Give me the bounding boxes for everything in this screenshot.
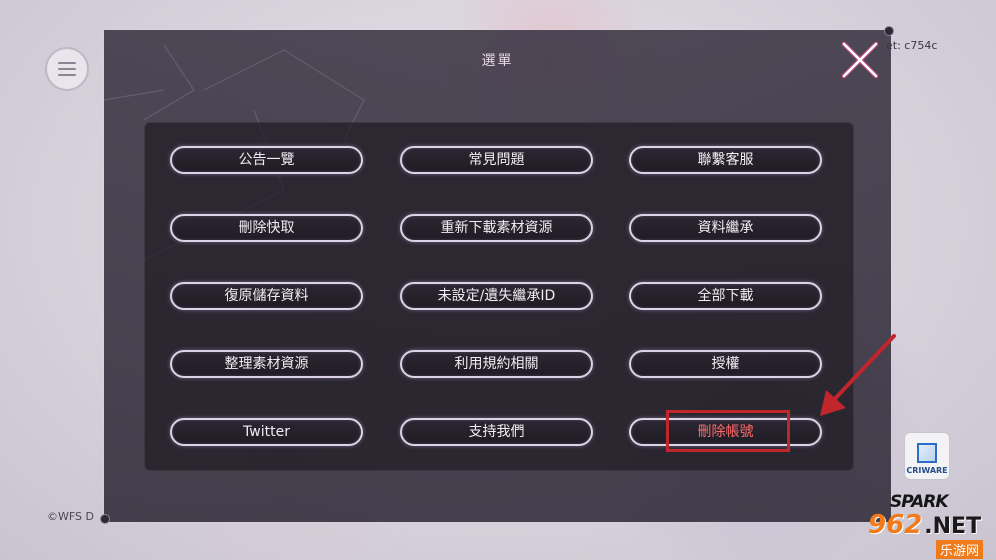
clear-cache-button[interactable]: 刪除快取 bbox=[170, 214, 363, 242]
hamburger-icon bbox=[58, 62, 76, 64]
lost-transfer-id-button[interactable]: 未設定/遺失繼承ID bbox=[400, 282, 593, 310]
close-icon[interactable] bbox=[838, 38, 882, 82]
criware-label: CRIWARE bbox=[906, 466, 948, 475]
data-transfer-button[interactable]: 資料繼承 bbox=[629, 214, 822, 242]
copyright-text: ©WFS D bbox=[47, 510, 94, 523]
announcements-button[interactable]: 公告一覽 bbox=[170, 146, 363, 174]
watermark-logo: 962 .NET bbox=[868, 510, 981, 540]
corner-dot bbox=[884, 26, 894, 36]
player-id-text: et: c754c bbox=[886, 39, 938, 52]
criware-logo: CRIWARE bbox=[904, 432, 950, 480]
contact-support-button[interactable]: 聯繫客服 bbox=[629, 146, 822, 174]
organize-assets-button[interactable]: 整理素材資源 bbox=[170, 350, 363, 378]
hamburger-menu-button[interactable] bbox=[45, 47, 89, 91]
watermark-number: 962 bbox=[868, 510, 923, 540]
license-button[interactable]: 授權 bbox=[629, 350, 822, 378]
spark-logo: SPARK bbox=[890, 492, 949, 512]
criware-cube-icon bbox=[917, 443, 937, 463]
download-all-button[interactable]: 全部下載 bbox=[629, 282, 822, 310]
corner-dot bbox=[100, 514, 110, 524]
arrow-icon bbox=[820, 334, 896, 416]
support-us-button[interactable]: 支持我們 bbox=[400, 418, 593, 446]
restore-save-data-button[interactable]: 復原儲存資料 bbox=[170, 282, 363, 310]
redownload-assets-button[interactable]: 重新下載素材資源 bbox=[400, 214, 593, 242]
faq-button[interactable]: 常見問題 bbox=[400, 146, 593, 174]
watermark-suffix: .NET bbox=[924, 514, 982, 539]
watermark-subtext: 乐游网 bbox=[936, 540, 984, 559]
annotation-highlight-box bbox=[666, 410, 790, 452]
twitter-button[interactable]: Twitter bbox=[170, 418, 363, 446]
modal-title: 選單 bbox=[481, 53, 514, 69]
terms-of-use-button[interactable]: 利用規約相關 bbox=[400, 350, 593, 378]
